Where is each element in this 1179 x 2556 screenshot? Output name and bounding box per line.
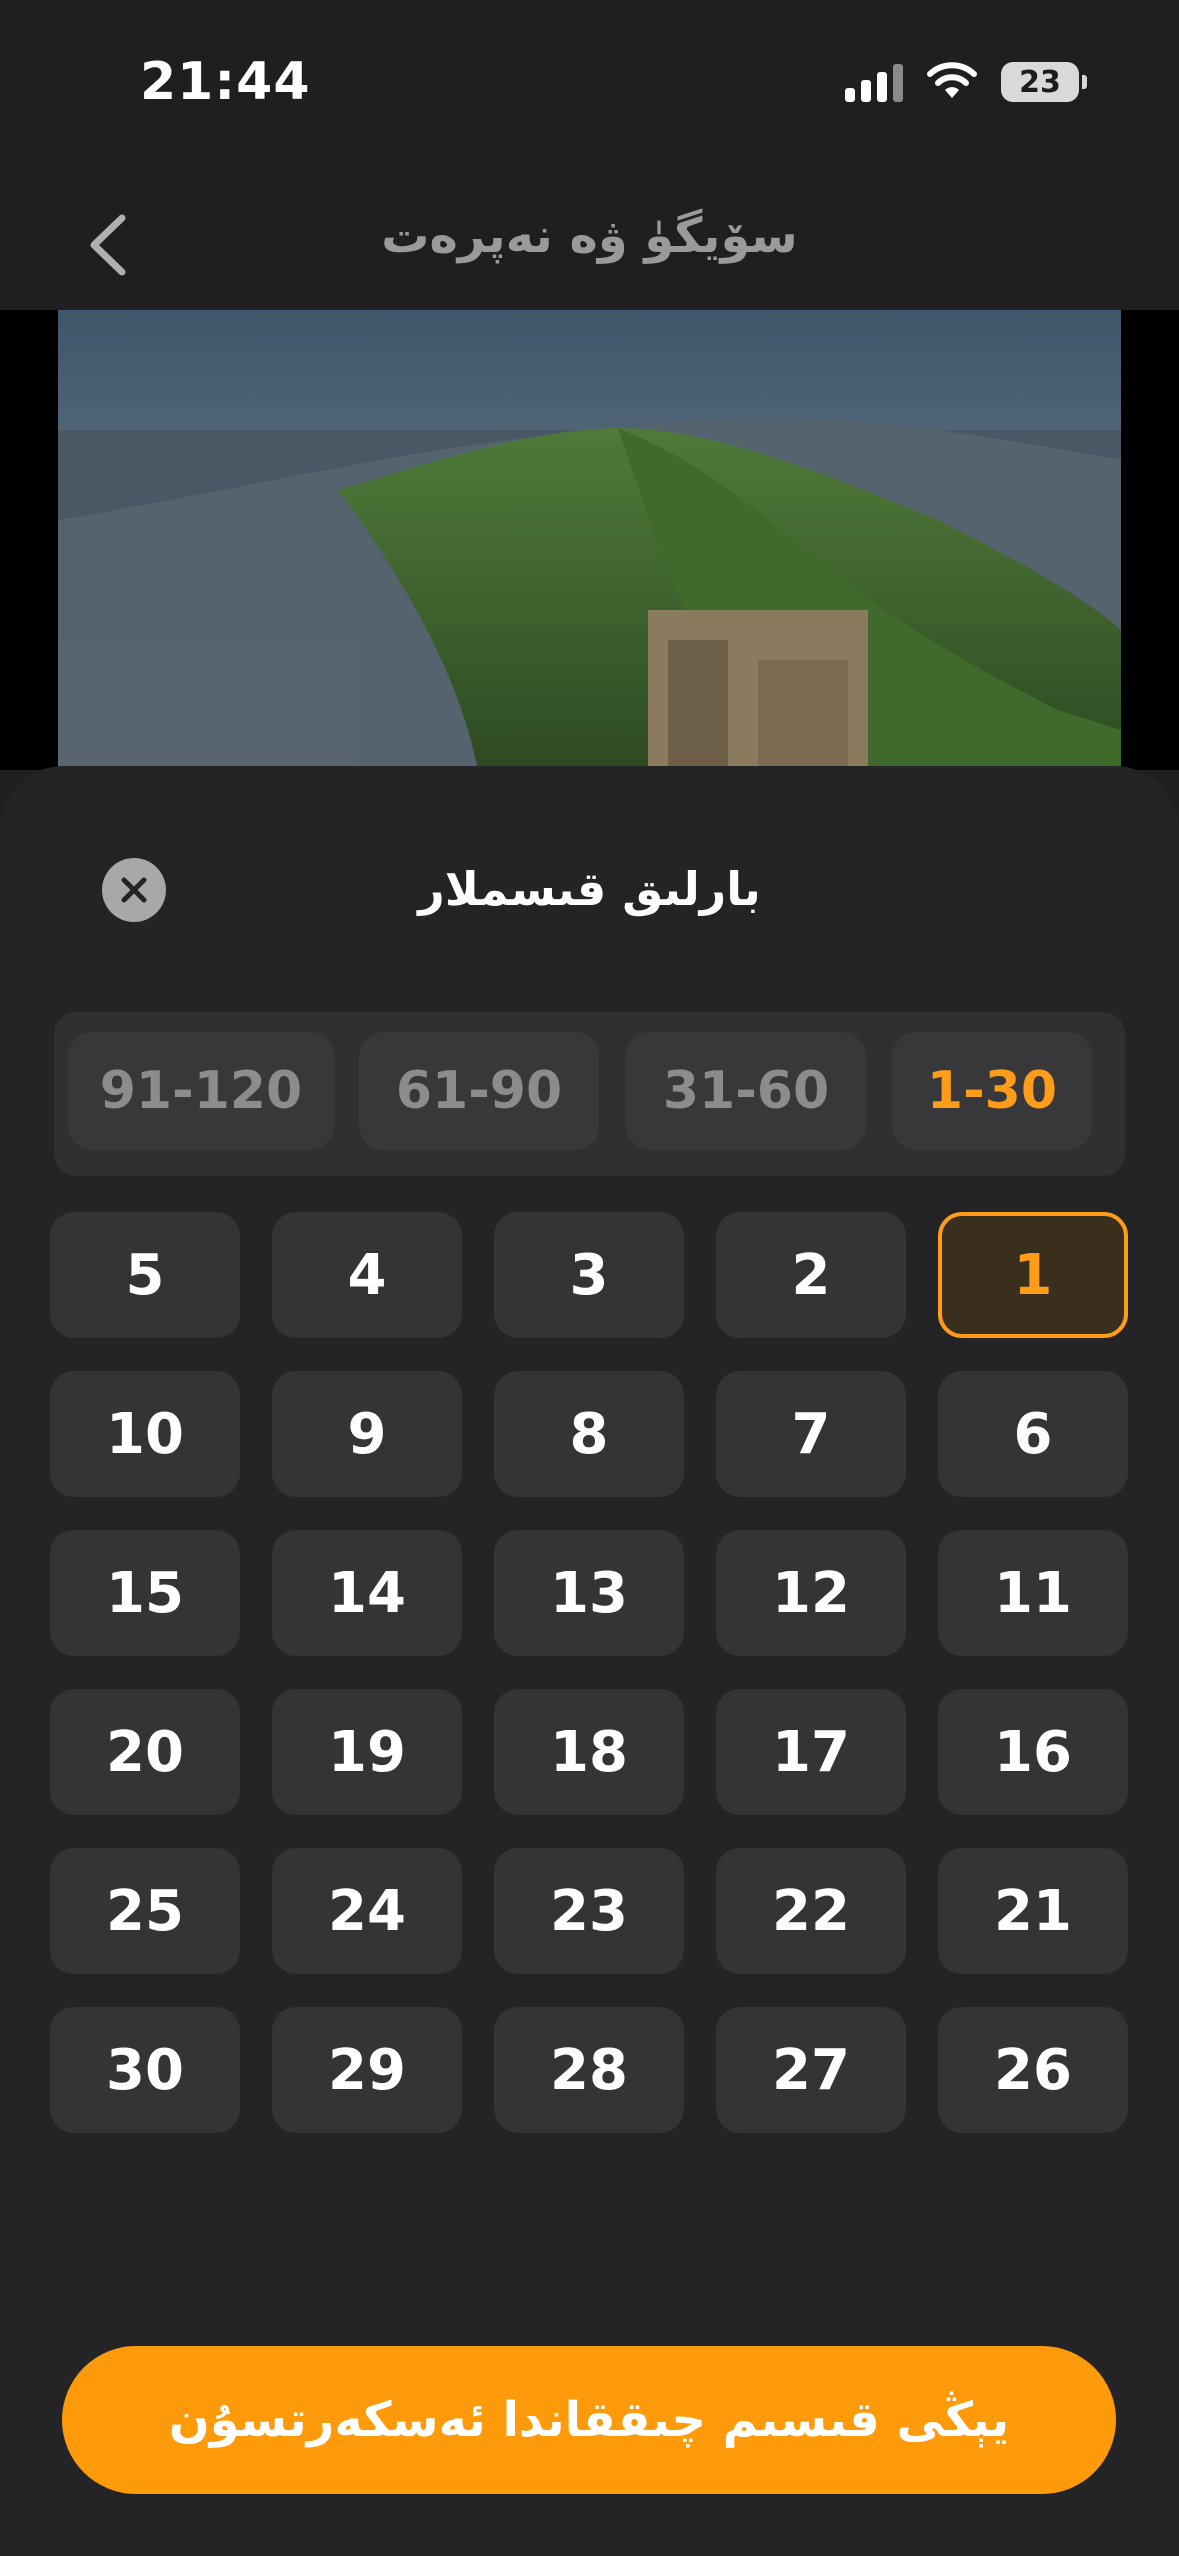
- status-icons: 23: [845, 62, 1087, 102]
- episode-button-10[interactable]: 10: [50, 1371, 240, 1497]
- cellular-signal-icon: [845, 62, 903, 102]
- sheet-title: بارلىق قىسملار: [418, 862, 761, 916]
- episode-button-1[interactable]: 1: [938, 1212, 1128, 1338]
- episode-button-12[interactable]: 12: [716, 1530, 906, 1656]
- episode-button-8[interactable]: 8: [494, 1371, 684, 1497]
- episode-button-2[interactable]: 2: [716, 1212, 906, 1338]
- episode-button-6[interactable]: 6: [938, 1371, 1128, 1497]
- screen: 21:44 23 سۆيگۈ ۋە نەپرەت بارلىق قىسملار …: [0, 0, 1179, 2556]
- battery-level: 23: [1019, 64, 1061, 100]
- episode-button-3[interactable]: 3: [494, 1212, 684, 1338]
- episode-button-26[interactable]: 26: [938, 2007, 1128, 2133]
- episode-button-14[interactable]: 14: [272, 1530, 462, 1656]
- episode-button-17[interactable]: 17: [716, 1689, 906, 1815]
- status-time: 21:44: [140, 52, 311, 112]
- video-thumbnail: [58, 310, 1121, 770]
- episode-button-4[interactable]: 4: [272, 1212, 462, 1338]
- range-tab-1-30[interactable]: 1-30: [892, 1032, 1092, 1150]
- video-frame: [58, 310, 1121, 770]
- episode-button-27[interactable]: 27: [716, 2007, 906, 2133]
- episode-button-16[interactable]: 16: [938, 1689, 1128, 1815]
- nav-header: سۆيگۈ ۋە نەپرەت: [0, 170, 1179, 310]
- episode-button-22[interactable]: 22: [716, 1848, 906, 1974]
- status-bar: 21:44 23: [0, 0, 1179, 170]
- episode-button-28[interactable]: 28: [494, 2007, 684, 2133]
- episode-button-25[interactable]: 25: [50, 1848, 240, 1974]
- episode-button-20[interactable]: 20: [50, 1689, 240, 1815]
- episode-button-15[interactable]: 15: [50, 1530, 240, 1656]
- wifi-icon: [927, 62, 977, 98]
- range-tab-61-90[interactable]: 61-90: [359, 1032, 599, 1150]
- notify-new-episode-button[interactable]: يېڭى قىسىم چىققاندا ئەسكەرتسۇن: [62, 2346, 1116, 2494]
- range-tab-31-60[interactable]: 31-60: [626, 1032, 866, 1150]
- episode-button-18[interactable]: 18: [494, 1689, 684, 1815]
- episode-button-13[interactable]: 13: [494, 1530, 684, 1656]
- episode-button-9[interactable]: 9: [272, 1371, 462, 1497]
- episode-button-11[interactable]: 11: [938, 1530, 1128, 1656]
- episodes-sheet: بارلىق قىسملار 91-120 61-90 31-60 1-30 1…: [0, 766, 1179, 2556]
- episode-button-23[interactable]: 23: [494, 1848, 684, 1974]
- episode-button-24[interactable]: 24: [272, 1848, 462, 1974]
- episode-button-21[interactable]: 21: [938, 1848, 1128, 1974]
- episode-button-7[interactable]: 7: [716, 1371, 906, 1497]
- episode-button-29[interactable]: 29: [272, 2007, 462, 2133]
- page-title: سۆيگۈ ۋە نەپرەت: [381, 208, 798, 264]
- episode-button-5[interactable]: 5: [50, 1212, 240, 1338]
- video-player[interactable]: [0, 310, 1179, 770]
- range-tab-91-120[interactable]: 91-120: [68, 1032, 334, 1150]
- range-tabs: 91-120 61-90 31-60 1-30: [54, 1012, 1125, 1176]
- episode-button-30[interactable]: 30: [50, 2007, 240, 2133]
- battery-icon: 23: [1001, 62, 1087, 102]
- episode-button-19[interactable]: 19: [272, 1689, 462, 1815]
